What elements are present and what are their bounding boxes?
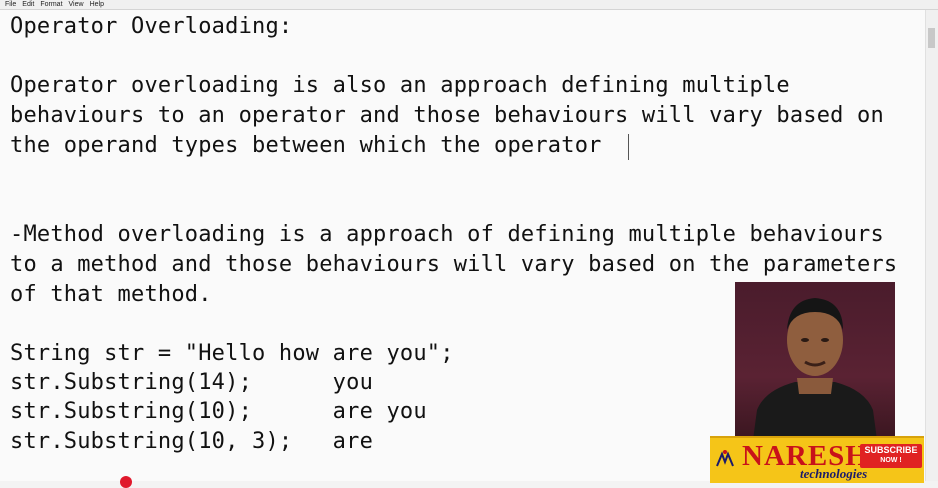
presenter-webcam (735, 282, 895, 440)
text-line: of that method. (10, 282, 212, 307)
vertical-scrollbar[interactable] (925, 10, 938, 481)
subscribe-button[interactable]: SUBSCRIBE NOW ! (860, 444, 922, 468)
menu-file[interactable]: File (5, 0, 16, 9)
subscribe-label: SUBSCRIBE (864, 445, 918, 455)
text-line: behaviours to an operator and those beha… (10, 103, 884, 128)
code-line: str.Substring(14); you (10, 370, 374, 395)
code-line: str.Substring(10, 3); are (10, 429, 374, 454)
brand-banner: NARESH technologies SUBSCRIBE NOW ! (710, 436, 924, 483)
text-line: Operator overloading is also an approach… (10, 73, 790, 98)
brand-subtitle: technologies (800, 466, 868, 481)
text-line: to a method and those behaviours will va… (10, 252, 898, 277)
subscribe-now-label: NOW ! (880, 457, 902, 464)
menu-bar: File Edit Format View Help (0, 0, 938, 10)
text-line: -Method overloading is a approach of def… (10, 222, 884, 247)
presenter-figure-icon (753, 298, 877, 440)
code-line: String str = "Hello how are you"; (10, 341, 454, 366)
recording-indicator-icon (120, 476, 132, 488)
menu-format[interactable]: Format (40, 0, 62, 9)
text-caret (628, 134, 629, 160)
scrollbar-thumb[interactable] (928, 28, 935, 48)
menu-help[interactable]: Help (90, 0, 104, 9)
text-line: the operand types between which the oper… (10, 133, 602, 158)
code-line: str.Substring(10); are you (10, 399, 427, 424)
menu-edit[interactable]: Edit (22, 0, 34, 9)
nit-logo-icon (714, 448, 736, 470)
text-line-heading: Operator Overloading: (10, 14, 293, 39)
menu-view[interactable]: View (69, 0, 84, 9)
